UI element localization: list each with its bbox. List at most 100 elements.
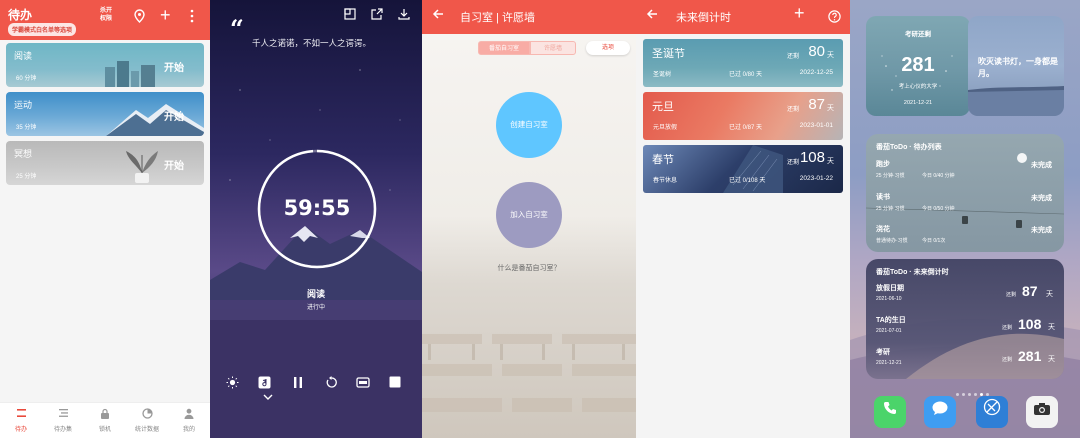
days-unit: 天 [827, 105, 834, 112]
stop-icon[interactable] [389, 376, 401, 391]
todo-name: 跑步 [876, 161, 890, 168]
todo-duration: 35 分钟 [16, 125, 37, 131]
current-task: 阅读 [306, 289, 325, 299]
days-unit: 天 [827, 52, 834, 59]
todo-name: 读书 [876, 194, 890, 201]
todo-name: 冥想 [14, 149, 33, 159]
help-link[interactable]: 什么是番茄自习室？ [422, 263, 636, 273]
brightness-icon[interactable] [226, 376, 239, 392]
help-icon[interactable] [828, 10, 841, 26]
more-icon[interactable] [190, 9, 194, 26]
todo-screen: 待办 学霸模式白名单等选项 杀开权限 + 阅读 60 分钟 开始 运动 35 分… [0, 0, 210, 438]
back-arrow-icon[interactable] [646, 8, 658, 23]
camera-icon[interactable] [1026, 396, 1058, 428]
days-unit: 天 [827, 158, 834, 165]
todo-card-exercise[interactable]: 运动 35 分钟 开始 [6, 92, 204, 136]
todo-meta: 25 分钟·习惯 [876, 206, 905, 212]
todo-status[interactable]: 未完成 [1031, 193, 1052, 203]
start-button[interactable]: 开始 [164, 59, 184, 74]
nav-todo-set[interactable]: 待办集 [42, 403, 84, 438]
chevron-down-icon[interactable] [263, 393, 273, 403]
nav-label: 锁机 [98, 427, 111, 433]
quote-text: 吹灭读书灯，一身都是月。 [978, 57, 1058, 78]
todo-list-widget[interactable]: 番茄ToDo · 待办列表 跑步 25 分钟·习惯 今日 0/40 分钟 未完成… [866, 134, 1064, 252]
study-room-header: 自习室 | 许愿墙 [422, 0, 636, 34]
location-pin-icon[interactable] [133, 9, 146, 26]
window-mode-icon[interactable] [344, 8, 356, 23]
event-date: 2022-12-25 [799, 69, 833, 76]
event-date: 2023-01-22 [799, 175, 833, 182]
todo-name: 浇花 [876, 226, 890, 233]
download-icon[interactable] [398, 8, 410, 23]
todo-status[interactable]: 未完成 [1031, 225, 1052, 235]
restart-icon[interactable] [325, 376, 338, 392]
music-icon[interactable] [258, 376, 271, 392]
exam-countdown-widget[interactable]: 考研还剩 281 考上心仪的大学 2021-12-21 [866, 16, 970, 116]
permission-label: 杀开 权限 [100, 7, 112, 23]
options-button[interactable]: 选项 [586, 41, 630, 55]
event-note: 春节休息 [653, 178, 678, 184]
countdown-card-christmas[interactable]: 圣诞节 圣诞树 已过 0/80 天 2022-12-25 还剩 80 天 [643, 39, 843, 87]
todo-name: 运动 [14, 100, 33, 110]
pie-chart-icon [126, 408, 168, 422]
nav-label: 待办集 [53, 427, 72, 433]
plant-illustration [126, 151, 158, 183]
remaining-label: 还剩 [786, 54, 799, 60]
collection-icon [42, 408, 84, 422]
lock-icon [84, 408, 126, 422]
share-icon[interactable] [371, 8, 383, 23]
todo-progress: 今日 0/40 分钟 [922, 173, 955, 179]
mode-badge[interactable]: 学霸模式白名单等选项 [8, 23, 77, 36]
countdown-header: 未来倒计时 + [636, 0, 850, 34]
nav-lock[interactable]: 锁机 [84, 403, 126, 438]
event-name: TA的生日 [876, 317, 906, 324]
remaining-days: 108 [1018, 316, 1042, 332]
landscape-clock-icon[interactable] [356, 376, 370, 392]
countdown-card-new-year[interactable]: 元旦 元旦放假 已过 0/87 天 2023-01-01 还剩 87 天 [643, 92, 843, 140]
nav-todo[interactable]: 待办 [0, 403, 42, 438]
motivational-quote: 千人之诺诺，不如一人之谔谔。 [252, 39, 372, 49]
remaining-days: 87 [808, 96, 825, 113]
event-name: 放假日期 [876, 285, 904, 292]
pause-icon[interactable] [292, 376, 304, 392]
messages-icon[interactable] [924, 396, 956, 428]
start-button[interactable]: 开始 [164, 108, 184, 123]
bottom-nav: 待办 待办集 锁机 统计数据 我的 [0, 402, 210, 438]
countdown-widget[interactable]: 番茄ToDo · 未来倒计时 放假日期 2021-06-10 还剩 87 天 T… [866, 259, 1064, 379]
event-name: 春节 [652, 154, 674, 166]
todo-card-reading[interactable]: 阅读 60 分钟 开始 [6, 43, 204, 87]
start-button[interactable]: 开始 [164, 157, 184, 172]
lake-illustration [968, 86, 1064, 116]
countdown-card-spring-festival[interactable]: 春节 春节休息 已过 0/108 天 2023-01-22 还剩 108 天 [643, 145, 843, 193]
add-icon[interactable]: + [794, 3, 805, 24]
event-name: 圣诞节 [652, 48, 685, 60]
home-screen-widgets: 考研还剩 281 考上心仪的大学 2021-12-21 吹灭读书灯，一身都是月。… [850, 0, 1080, 438]
phone-icon[interactable] [874, 396, 906, 428]
todo-card-meditation[interactable]: 冥想 25 分钟 开始 [6, 141, 204, 185]
join-room-button[interactable]: 加入自习室 [496, 182, 562, 248]
tab-study-room[interactable]: 番茄自习室 [478, 41, 530, 55]
permission-label-line: 权限 [100, 16, 113, 22]
days-unit: 天 [1048, 324, 1055, 331]
todo-meta: 25 分钟·习惯 [876, 173, 905, 179]
remaining-days: 87 [1022, 283, 1038, 299]
nav-mine[interactable]: 我的 [168, 403, 210, 438]
event-date: 2023-01-01 [799, 122, 833, 129]
todo-status[interactable]: 未完成 [1031, 160, 1052, 170]
quote-widget[interactable]: 吹灭读书灯，一身都是月。 [968, 16, 1064, 116]
tab-wish-wall[interactable]: 许愿墙 [530, 41, 576, 55]
days-unit: 天 [1048, 356, 1055, 363]
browser-icon[interactable] [976, 396, 1008, 428]
remaining-label: 还剩 [1002, 357, 1013, 363]
add-icon[interactable]: + [160, 5, 171, 26]
todo-name: 阅读 [14, 51, 33, 61]
permission-toggle[interactable]: 杀开 权限 [100, 7, 112, 23]
nav-label: 统计数据 [134, 427, 159, 433]
event-date: 2021-07-01 [876, 328, 902, 334]
back-arrow-icon[interactable] [432, 8, 444, 23]
building-illustration [723, 145, 783, 193]
nav-stats[interactable]: 统计数据 [126, 403, 168, 438]
permission-label-line: 杀开 [100, 8, 113, 14]
create-room-button[interactable]: 创建自习室 [496, 92, 562, 158]
widget-title: 番茄ToDo · 待办列表 [876, 144, 942, 151]
